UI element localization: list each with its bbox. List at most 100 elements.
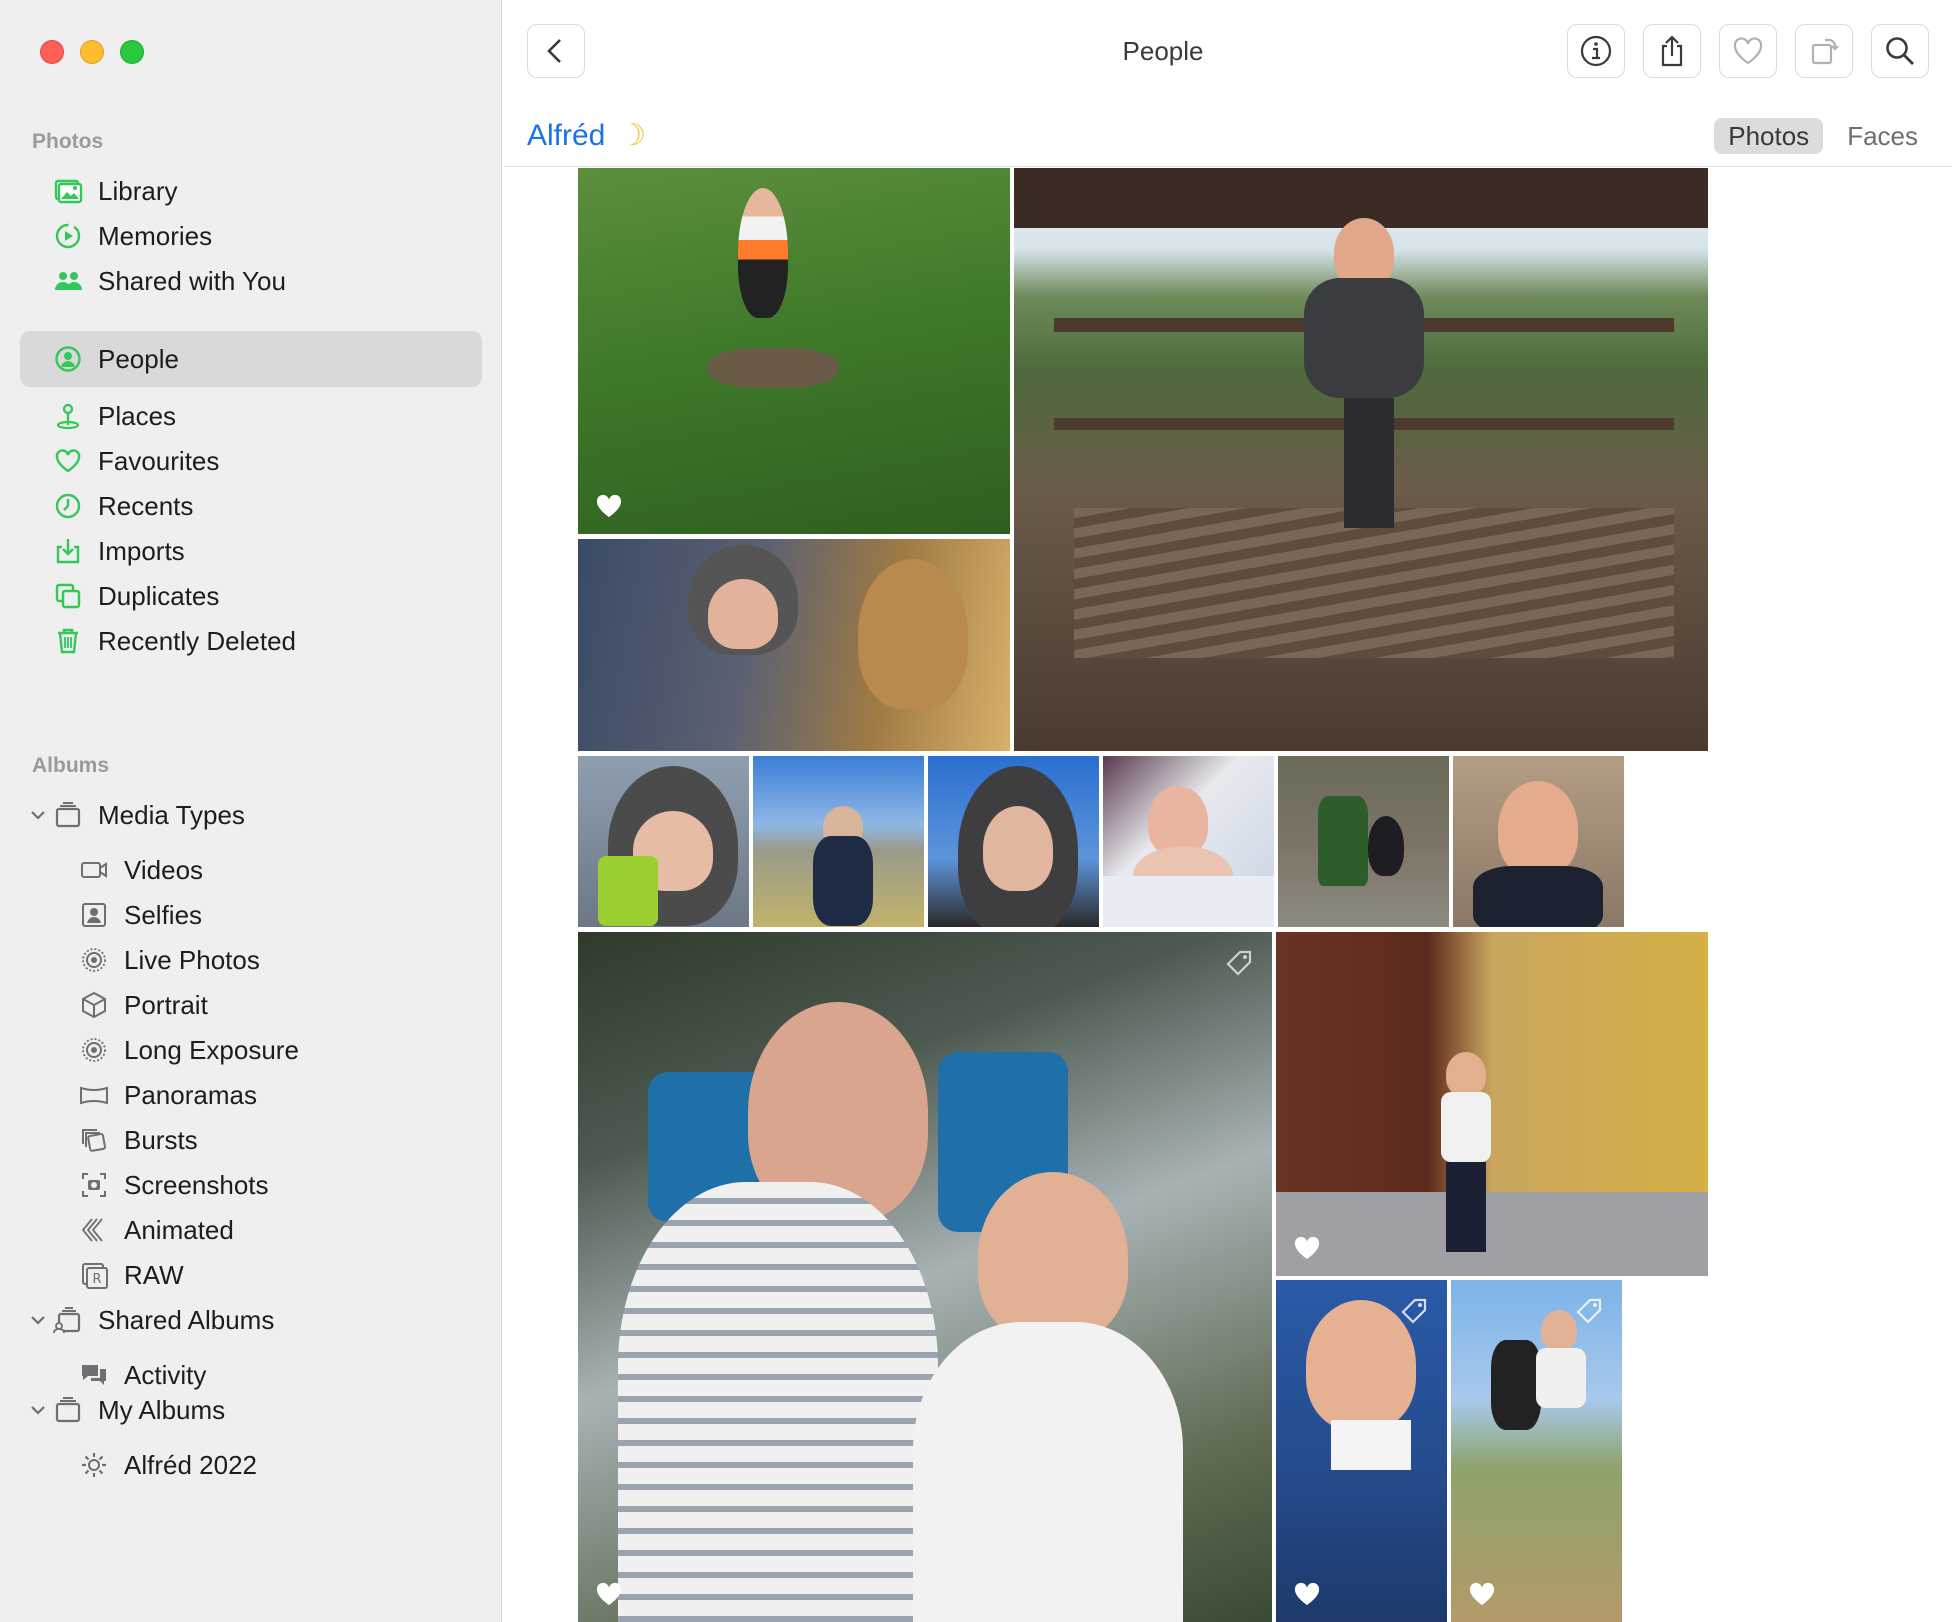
close-window-button[interactable] xyxy=(40,40,64,64)
long-exposure-icon xyxy=(76,1032,112,1068)
photo-thumbnail[interactable] xyxy=(578,539,1010,751)
sidebar-item-label: Places xyxy=(98,400,177,431)
share-button[interactable] xyxy=(1643,24,1701,78)
sidebar-item-label: People xyxy=(98,343,179,374)
screenshot-icon xyxy=(76,1167,112,1203)
sidebar-item-media-types[interactable]: Media Types xyxy=(20,787,482,843)
favourite-heart-icon xyxy=(1469,1582,1495,1605)
favourite-heart-icon xyxy=(596,1582,622,1605)
photo-thumbnail[interactable] xyxy=(1103,756,1274,927)
info-icon xyxy=(1580,35,1612,67)
panorama-icon xyxy=(76,1077,112,1113)
selfie-icon xyxy=(76,897,112,933)
sidebar-item-label: Media Types xyxy=(98,799,245,830)
photo-thumbnail[interactable] xyxy=(753,756,924,927)
favourite-button[interactable] xyxy=(1719,24,1777,78)
sidebar-item-label: Alfréd 2022 xyxy=(124,1449,257,1480)
window-controls xyxy=(40,40,144,64)
tag-icon xyxy=(1401,1298,1427,1324)
header-divider xyxy=(503,166,1952,167)
sidebar-item-label: Favourites xyxy=(98,445,220,476)
raw-icon: R xyxy=(76,1257,112,1293)
trash-icon xyxy=(50,623,86,659)
sidebar-item-label: My Albums xyxy=(98,1394,226,1425)
sidebar-item-label: Shared with You xyxy=(98,265,286,296)
tab-photos[interactable]: Photos xyxy=(1714,118,1824,154)
sidebar-item-label: Memories xyxy=(98,220,213,251)
sidebar-item-label: Recents xyxy=(98,490,194,521)
smart-album-gear-icon xyxy=(76,1447,112,1483)
zoom-window-button[interactable] xyxy=(120,40,144,64)
sidebar-item-label: Screenshots xyxy=(124,1169,269,1200)
import-icon xyxy=(50,533,86,569)
tab-faces[interactable]: Faces xyxy=(1833,118,1932,154)
people-icon xyxy=(50,341,86,377)
moon-icon: ☽ xyxy=(619,119,647,152)
library-icon xyxy=(50,173,86,209)
photo-thumbnail[interactable] xyxy=(578,932,1272,1622)
sidebar-item-shared-albums[interactable]: Shared Albums xyxy=(20,1292,482,1348)
memories-icon xyxy=(50,218,86,254)
svg-text:R: R xyxy=(92,1272,101,1287)
rotate-icon xyxy=(1811,38,1839,65)
photo-thumbnail[interactable] xyxy=(1453,756,1624,927)
tag-icon xyxy=(1576,1298,1602,1324)
main-content: People Alfréd ☽ Photos Faces xyxy=(503,0,1952,1622)
share-icon xyxy=(1661,35,1683,67)
video-icon xyxy=(76,852,112,888)
sidebar-item-my-albums[interactable]: My Albums xyxy=(20,1382,482,1438)
photo-thumbnail[interactable] xyxy=(578,168,1010,534)
duplicates-icon xyxy=(50,578,86,614)
photo-thumbnail[interactable] xyxy=(928,756,1099,927)
photo-thumbnail[interactable] xyxy=(1276,932,1708,1276)
tag-icon xyxy=(1226,950,1252,976)
photos-window: Photos Library Memories Shared with You … xyxy=(0,0,1952,1622)
chevron-down-icon[interactable] xyxy=(28,1310,48,1330)
person-header: Alfréd ☽ xyxy=(527,118,646,153)
portrait-icon xyxy=(76,987,112,1023)
search-button[interactable] xyxy=(1871,24,1929,78)
sidebar-item-label: Videos xyxy=(124,854,204,885)
shared-album-icon xyxy=(50,1302,86,1338)
bursts-icon xyxy=(76,1122,112,1158)
photo-thumbnail[interactable] xyxy=(1276,1280,1447,1622)
chevron-down-icon[interactable] xyxy=(28,1400,48,1420)
sidebar-item-label: Selfies xyxy=(124,899,203,930)
sidebar-item-label: Library xyxy=(98,175,178,206)
photo-thumbnail[interactable] xyxy=(578,756,749,927)
toolbar: People xyxy=(503,0,1952,104)
sidebar-item-label: Portrait xyxy=(124,989,208,1020)
rotate-button[interactable] xyxy=(1795,24,1853,78)
person-name[interactable]: Alfréd xyxy=(527,119,605,153)
clock-icon xyxy=(50,488,86,524)
favourite-heart-icon xyxy=(596,494,622,517)
sidebar-item-label: Animated xyxy=(124,1214,234,1245)
chevron-down-icon[interactable] xyxy=(28,805,48,825)
sidebar-item-alfred-2022[interactable]: Alfréd 2022 xyxy=(20,1437,482,1493)
info-button[interactable] xyxy=(1567,24,1625,78)
sidebar-item-label: RAW xyxy=(124,1259,184,1290)
sidebar: Photos Library Memories Shared with You … xyxy=(0,0,502,1622)
photo-thumbnail[interactable] xyxy=(1278,756,1449,927)
search-icon xyxy=(1886,37,1914,65)
sidebar-item-shared-with-you[interactable]: Shared with You xyxy=(20,253,482,309)
photo-grid xyxy=(503,168,1952,1622)
sidebar-item-people[interactable]: People xyxy=(20,331,482,387)
toolbar-title: People xyxy=(1122,36,1204,66)
sidebar-item-label: Duplicates xyxy=(98,580,220,611)
sidebar-item-recently-deleted[interactable]: Recently Deleted xyxy=(20,613,482,669)
photos-faces-segmented-control: Photos Faces xyxy=(1714,118,1932,154)
favourite-heart-icon xyxy=(1294,1582,1320,1605)
live-photo-icon xyxy=(76,942,112,978)
heart-outline-icon xyxy=(1733,37,1763,65)
places-icon xyxy=(50,398,86,434)
album-stack-icon xyxy=(50,797,86,833)
photo-thumbnail[interactable] xyxy=(1451,1280,1622,1622)
minimize-window-button[interactable] xyxy=(80,40,104,64)
sidebar-item-label: Live Photos xyxy=(124,944,260,975)
sidebar-item-label: Recently Deleted xyxy=(98,625,296,656)
sidebar-item-label: Long Exposure xyxy=(124,1034,299,1065)
shared-with-you-icon xyxy=(50,263,86,299)
photo-thumbnail[interactable] xyxy=(1014,168,1708,751)
animated-icon xyxy=(76,1212,112,1248)
